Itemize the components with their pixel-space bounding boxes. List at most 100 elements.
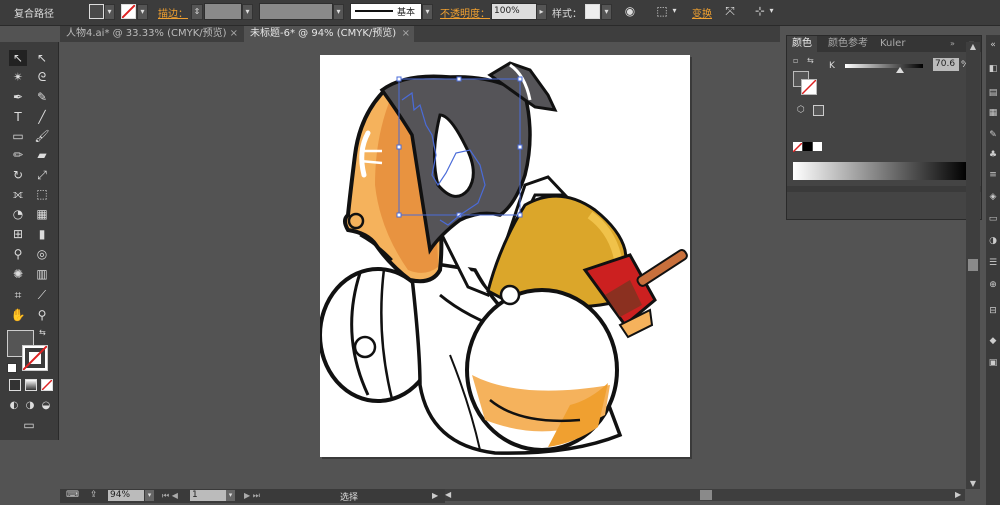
opacity-field[interactable]: 100% — [491, 3, 537, 20]
graphic-styles-icon[interactable]: ◈ — [987, 191, 999, 203]
white-swatch[interactable] — [813, 142, 822, 151]
options-dropdown-icon[interactable]: ▾ — [767, 4, 776, 18]
brushes-icon[interactable]: ✎ — [987, 129, 999, 141]
slice-tool-icon[interactable]: ⟋ — [33, 287, 51, 303]
tab-color-guide[interactable]: 颜色参考 — [823, 36, 873, 52]
horizontal-scroll-thumb[interactable] — [700, 490, 712, 500]
black-swatch[interactable] — [803, 142, 812, 151]
zoom-dropdown-icon[interactable]: ▾ — [145, 490, 154, 501]
align-icon[interactable]: ⊟ — [987, 305, 999, 317]
document-info-icon[interactable]: ⌨ — [66, 490, 80, 501]
artboard-tool-icon[interactable]: ⌗ — [9, 287, 27, 303]
scroll-right-icon[interactable]: ▶ — [955, 489, 965, 501]
variable-width-profile[interactable] — [259, 3, 333, 20]
width-tool-icon[interactable]: ⟗ — [9, 186, 27, 202]
tab-kuler[interactable]: Kuler — [875, 36, 910, 52]
fill-dropdown-icon[interactable]: ▾ — [104, 4, 115, 20]
color-panel-icon[interactable]: ◧ — [987, 63, 999, 75]
horizontal-scrollbar[interactable]: ◀ ▶ — [445, 489, 965, 501]
line-tool-icon[interactable]: ╱ — [33, 109, 51, 125]
perspective-grid-tool-icon[interactable]: ▦ — [33, 206, 51, 222]
out-of-gamut-icon[interactable]: ⬡ — [797, 105, 807, 115]
opacity-dropdown-icon[interactable]: ▸ — [536, 4, 547, 20]
stroke-weight-stepper[interactable]: ⇕ — [191, 4, 203, 20]
none-swatch[interactable] — [792, 142, 803, 153]
collapse-icon[interactable]: » — [945, 36, 960, 52]
k-slider-track[interactable] — [845, 64, 923, 68]
scroll-up-icon[interactable]: ▲ — [968, 42, 978, 52]
tab-color[interactable]: 颜色 — [787, 36, 817, 52]
rectangle-tool-icon[interactable]: ▭ — [9, 128, 27, 144]
brush-definition-field[interactable]: 基本 — [350, 3, 422, 20]
screen-mode-icon[interactable]: ▭ — [19, 417, 39, 433]
pathfinder-icon[interactable]: ⊕ — [987, 279, 999, 291]
eyedropper-tool-icon[interactable]: ⚲ — [9, 246, 27, 262]
artboards-icon[interactable]: ▣ — [987, 357, 999, 369]
symbol-sprayer-tool-icon[interactable]: ✺ — [9, 266, 27, 282]
options-icon[interactable]: ⊹ — [752, 3, 768, 19]
k-slider-thumb[interactable] — [896, 67, 905, 73]
stroke-swatch[interactable] — [121, 4, 136, 19]
rotate-tool-icon[interactable]: ↻ — [9, 167, 27, 183]
zoom-field[interactable]: 94% — [108, 490, 144, 501]
gradient-icon[interactable]: ▭ — [987, 213, 999, 225]
draw-behind-icon[interactable]: ◑ — [23, 398, 37, 414]
graphic-style-swatch[interactable] — [585, 4, 600, 19]
layers-icon[interactable]: ◆ — [987, 335, 999, 347]
blend-tool-icon[interactable]: ◎ — [33, 246, 51, 262]
stroke-dropdown-icon[interactable]: ▾ — [137, 4, 148, 20]
tab-document-2[interactable]: 未标题-6* @ 94% (CMYK/预览) × — [244, 26, 414, 42]
color-guide-icon[interactable]: ▤ — [987, 87, 999, 99]
eraser-tool-icon[interactable]: ▰ — [33, 147, 51, 163]
stroke-icon[interactable]: ≡ — [987, 169, 999, 181]
direct-selection-tool-icon[interactable]: ↖ — [33, 50, 51, 66]
selection-tool-icon[interactable]: ↖ — [9, 50, 27, 66]
k-value-field[interactable]: 70.6 — [933, 58, 959, 71]
paintbrush-tool-icon[interactable]: 🖌 — [33, 128, 51, 144]
gradient-mode-icon[interactable] — [25, 379, 37, 391]
transparency-icon[interactable]: ◑ — [987, 235, 999, 247]
artboard[interactable] — [318, 55, 690, 457]
next-last-artboard-icon[interactable]: ▶ ⏭ — [244, 490, 274, 501]
scroll-down-icon[interactable]: ▼ — [968, 479, 978, 489]
hand-tool-icon[interactable]: ✋ — [9, 307, 27, 323]
align-options-icon[interactable]: ⬚ — [654, 3, 670, 19]
default-fill-stroke-icon[interactable]: ▫ — [793, 56, 803, 66]
share-icon[interactable]: ⇪ — [90, 490, 104, 501]
swatches-icon[interactable]: ▦ — [987, 107, 999, 119]
brush-dropdown-icon[interactable]: ▾ — [422, 4, 433, 20]
stroke-weight-dropdown-icon[interactable]: ▾ — [242, 4, 253, 20]
column-graph-tool-icon[interactable]: ▥ — [33, 266, 51, 282]
variable-width-dropdown-icon[interactable]: ▾ — [333, 4, 344, 20]
zoom-tool-icon[interactable]: ⚲ — [33, 307, 51, 323]
curvature-tool-icon[interactable]: ✎ — [33, 89, 51, 105]
pencil-tool-icon[interactable]: ✏ — [9, 147, 27, 163]
gradient-tool-icon[interactable]: ▮ — [33, 226, 51, 242]
draw-normal-icon[interactable]: ◐ — [7, 398, 21, 414]
mesh-tool-icon[interactable]: ⊞ — [9, 226, 27, 242]
type-tool-icon[interactable]: T — [9, 109, 27, 125]
close-icon[interactable]: × — [402, 26, 410, 42]
opacity-label[interactable]: 不透明度： — [440, 5, 490, 20]
color-spectrum-bar[interactable] — [793, 162, 967, 180]
graphic-style-dropdown-icon[interactable]: ▾ — [601, 4, 612, 20]
closest-color-swatch[interactable] — [813, 105, 824, 116]
pen-tool-icon[interactable]: ✒ — [9, 89, 27, 105]
scroll-left-icon[interactable]: ◀ — [445, 489, 455, 501]
none-mode-icon[interactable] — [41, 379, 53, 391]
vertical-scroll-thumb[interactable] — [968, 259, 978, 271]
shape-builder-tool-icon[interactable]: ◔ — [9, 206, 27, 222]
status-menu-icon[interactable]: ▶ — [432, 490, 442, 501]
stroke-weight-field[interactable] — [204, 3, 242, 20]
align-dropdown-icon[interactable]: ▾ — [670, 4, 679, 18]
scale-tool-icon[interactable]: ⤢ — [33, 167, 51, 183]
isolate-icon[interactable]: ⤧ — [722, 3, 738, 19]
tab-document-1[interactable]: 人物4.ai* @ 33.33% (CMYK/预览) × — [60, 26, 242, 42]
appearance-icon[interactable]: ☰ — [987, 257, 999, 269]
dock-collapse-icon[interactable]: « — [987, 39, 999, 51]
stroke-color-box[interactable] — [22, 345, 48, 371]
lasso-tool-icon[interactable]: ᘓ — [33, 69, 51, 85]
close-icon[interactable]: × — [230, 26, 238, 42]
artboard-dropdown-icon[interactable]: ▾ — [226, 490, 235, 501]
vertical-scrollbar[interactable]: ▲ ▼ — [966, 42, 980, 489]
